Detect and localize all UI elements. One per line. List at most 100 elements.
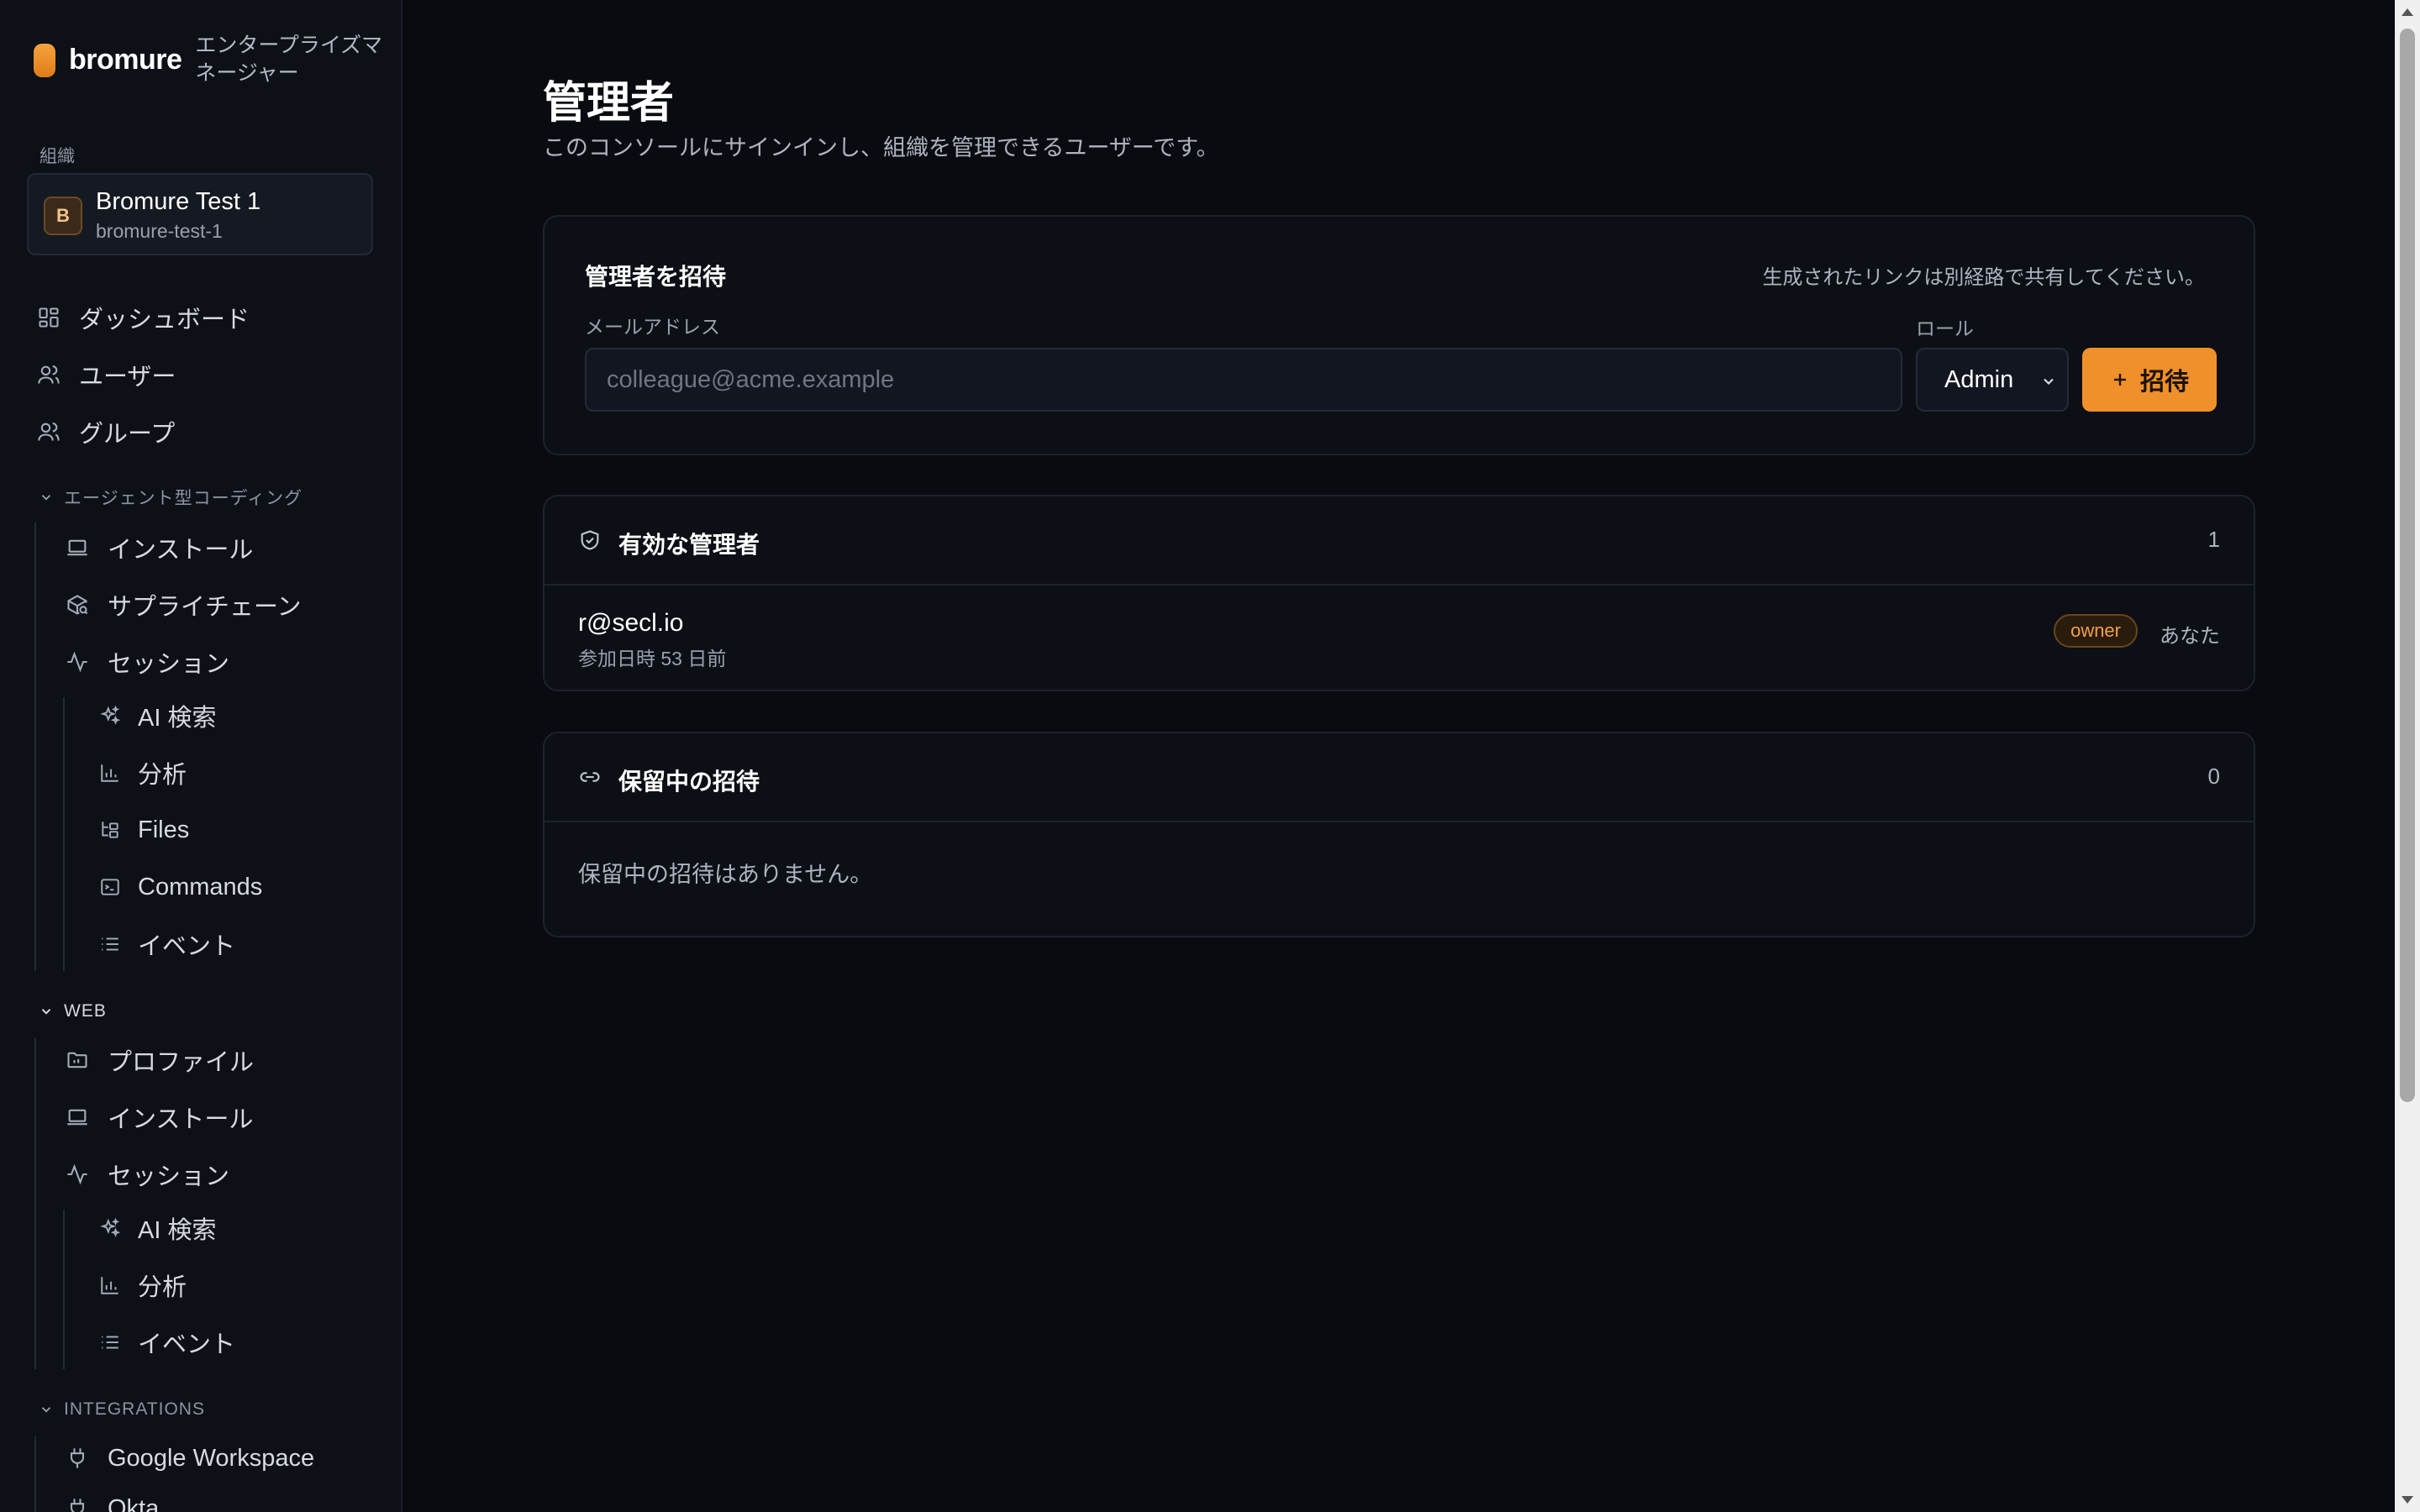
plus-icon <box>2110 370 2130 390</box>
sidebar-item-web-events[interactable]: イベント <box>99 1321 235 1363</box>
sidebar-item-label: 分析 <box>138 762 187 789</box>
org-switcher[interactable]: B Bromure Test 1 bromure-test-1 <box>27 173 373 255</box>
sidebar-item-google-workspace[interactable]: Google Workspace <box>66 1437 314 1479</box>
bar-chart-icon <box>99 762 121 784</box>
groups-icon <box>37 420 60 444</box>
sidebar-item-label: グループ <box>79 421 176 448</box>
sidebar-item-label: AI 検索 <box>138 705 217 732</box>
scrollbar-thumb[interactable] <box>2400 29 2415 1102</box>
users-icon <box>37 363 60 386</box>
admin-email: r@secl.io <box>578 609 684 637</box>
section-agentic-coding[interactable]: エージェント型コーディング <box>39 485 302 510</box>
sidebar-item-agentic-commands[interactable]: Commands <box>99 866 262 908</box>
sidebar-item-supply-chain[interactable]: サプライチェーン <box>66 584 302 626</box>
activity-icon <box>66 650 89 674</box>
sidebar-item-label: Google Workspace <box>108 1444 315 1472</box>
sidebar-item-dashboard[interactable]: ダッシュボード <box>37 297 250 339</box>
plug-icon <box>66 1446 89 1470</box>
sidebar-item-okta[interactable]: Okta <box>66 1488 159 1512</box>
sidebar-item-users[interactable]: ユーザー <box>37 354 176 396</box>
sidebar-item-label: ダッシュボード <box>79 307 250 333</box>
sidebar-item-label: インストール <box>108 537 254 564</box>
bromure-logo-icon <box>34 44 55 77</box>
sidebar-item-label: AI 検索 <box>138 1217 217 1244</box>
section-label: WEB <box>64 1001 107 1021</box>
pending-invites-title: 保留中の招待 <box>618 769 760 795</box>
sparkles-icon <box>99 1217 121 1239</box>
admin-joined: 参加日時 53 日前 <box>578 648 727 669</box>
sidebar-item-agentic-sessions[interactable]: セッション <box>66 641 229 683</box>
chevron-down-icon <box>39 1402 54 1417</box>
sidebar-item-web-sessions[interactable]: セッション <box>66 1153 229 1195</box>
dashboard-icon <box>37 306 60 329</box>
bar-chart-icon <box>99 1274 121 1296</box>
folder-tree-icon <box>99 819 121 841</box>
list-icon <box>99 933 121 955</box>
sidebar-item-label: Files <box>138 816 190 843</box>
brand-subtitle: エンタープライズマネージャー <box>195 34 383 85</box>
sidebar: bromure エンタープライズマネージャー 組織 B Bromure Test… <box>0 0 402 1512</box>
sidebar-item-label: 分析 <box>138 1274 187 1301</box>
email-input[interactable] <box>585 348 1902 412</box>
role-badge: owner <box>2054 614 2138 648</box>
laptop-icon <box>66 1105 89 1129</box>
email-label: メールアドレス <box>585 316 720 338</box>
section-integrations[interactable]: INTEGRATIONS <box>39 1397 205 1422</box>
chevron-down-icon <box>39 490 54 505</box>
sidebar-item-label: プロファイル <box>108 1049 255 1076</box>
sidebar-item-groups[interactable]: グループ <box>37 411 175 453</box>
sidebar-item-label: サプライチェーン <box>108 594 302 621</box>
laptop-icon <box>66 536 89 559</box>
sidebar-item-label: セッション <box>108 1163 230 1190</box>
scroll-up-arrow-icon[interactable] <box>2402 8 2413 16</box>
sidebar-item-label: イベント <box>138 1331 236 1358</box>
subsection-guide-line <box>63 1210 65 1369</box>
sidebar-item-agentic-events[interactable]: イベント <box>99 923 235 965</box>
invite-button-label: 招待 <box>2139 369 2189 396</box>
sidebar-item-web-ai-search[interactable]: AI 検索 <box>99 1207 216 1249</box>
sidebar-item-web-analytics[interactable]: 分析 <box>99 1264 187 1306</box>
section-guide-line <box>34 1038 36 1369</box>
invite-title: 管理者を招待 <box>585 264 727 290</box>
active-admins-card: 有効な管理者 1 r@secl.io 参加日時 53 日前 owner あなた <box>543 495 2255 691</box>
brand-name: bromure <box>69 44 182 76</box>
org-slug: bromure-test-1 <box>96 220 223 242</box>
empty-state-text: 保留中の招待はありません。 <box>578 862 873 887</box>
active-admins-count: 1 <box>2207 527 2220 552</box>
invite-button[interactable]: 招待 <box>2082 348 2217 412</box>
activity-icon <box>66 1163 89 1186</box>
scrollbar[interactable] <box>2395 0 2420 1512</box>
sidebar-item-agentic-ai-search[interactable]: AI 検索 <box>99 695 216 737</box>
chevron-down-icon <box>2040 373 2057 390</box>
scroll-down-arrow-icon[interactable] <box>2402 1496 2413 1504</box>
page-description: このコンソールにサインインし、組織を管理できるユーザーです。 <box>543 135 1219 160</box>
sidebar-item-agentic-install[interactable]: インストール <box>66 527 253 569</box>
section-web[interactable]: WEB <box>39 999 107 1024</box>
link-icon <box>578 765 602 789</box>
sidebar-item-agentic-analytics[interactable]: 分析 <box>99 752 187 794</box>
sidebar-item-label: イベント <box>138 933 236 960</box>
org-label: 組織 <box>39 147 75 166</box>
sidebar-item-label: セッション <box>108 651 230 678</box>
page-title: 管理者 <box>543 79 675 128</box>
chevron-down-icon <box>39 1004 54 1019</box>
active-admins-header: 有効な管理者 1 <box>544 496 2254 585</box>
sidebar-item-web-profiles[interactable]: プロファイル <box>66 1039 254 1081</box>
invite-admin-card: 管理者を招待 生成されたリンクは別経路で共有してください。 メールアドレス ロー… <box>543 215 2255 455</box>
pending-invites-count: 0 <box>2207 764 2220 789</box>
folder-icon <box>66 1048 89 1072</box>
sidebar-item-web-install[interactable]: インストール <box>66 1096 253 1138</box>
list-icon <box>99 1331 121 1353</box>
plug-icon <box>66 1497 89 1512</box>
brand[interactable]: bromure エンタープライズマネージャー <box>34 32 388 87</box>
sidebar-item-agentic-files[interactable]: Files <box>99 809 189 851</box>
terminal-icon <box>99 876 121 898</box>
subsection-guide-line <box>63 697 65 971</box>
pending-invites-header: 保留中の招待 0 <box>544 733 2254 822</box>
role-select[interactable]: Admin <box>1916 348 2069 412</box>
sidebar-item-label: Okta <box>108 1494 160 1512</box>
sidebar-item-label: インストール <box>108 1106 254 1133</box>
sparkles-icon <box>99 705 121 727</box>
section-guide-line <box>34 1436 36 1512</box>
org-avatar: B <box>44 197 82 235</box>
